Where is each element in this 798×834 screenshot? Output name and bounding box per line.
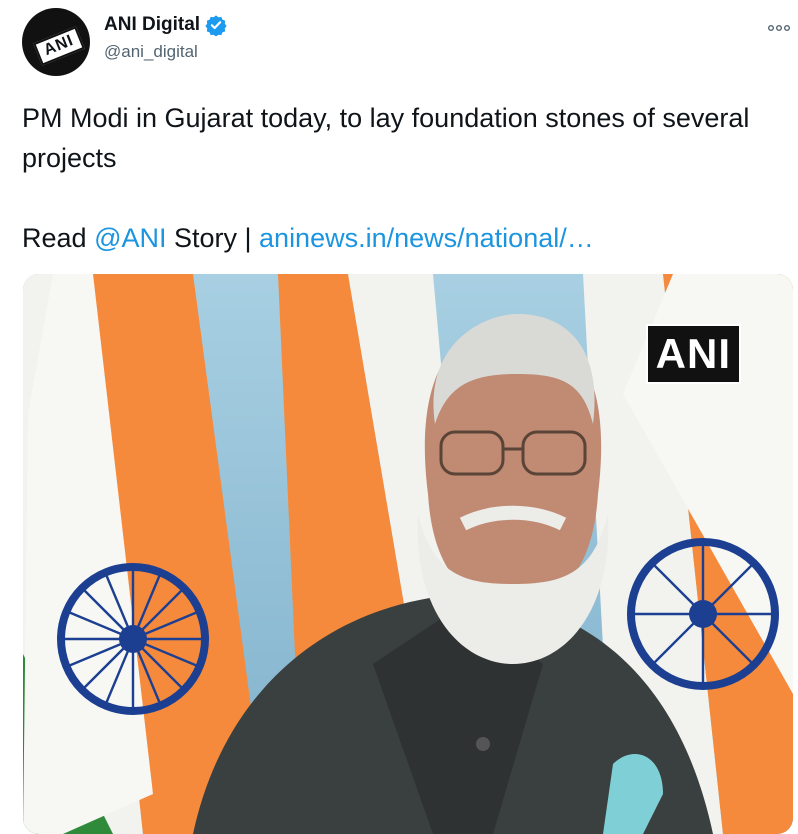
avatar[interactable]: ANI xyxy=(22,8,90,76)
ani-logo: ANI xyxy=(33,26,85,66)
tweet-media-image[interactable]: ANI xyxy=(23,274,793,834)
article-link[interactable]: aninews.in/news/national/… xyxy=(259,223,594,253)
verified-badge-icon xyxy=(205,14,227,37)
tweet-text: PM Modi in Gujarat today, to lay foundat… xyxy=(22,98,782,258)
read-prefix: Read xyxy=(22,223,95,253)
display-name[interactable]: ANI Digital xyxy=(104,14,200,36)
story-separator: Story | xyxy=(166,223,260,253)
tweet-headline: PM Modi in Gujarat today, to lay foundat… xyxy=(22,103,750,173)
ani-watermark: ANI xyxy=(645,324,741,384)
mention-ani[interactable]: @ANI xyxy=(94,223,166,253)
account-handle[interactable]: @ani_digital xyxy=(104,42,198,62)
tweet-read-line: Read @ANI Story | aninews.in/news/nation… xyxy=(22,218,782,258)
account-name-row[interactable]: ANI Digital xyxy=(104,14,227,37)
more-options-icon[interactable] xyxy=(768,16,791,37)
